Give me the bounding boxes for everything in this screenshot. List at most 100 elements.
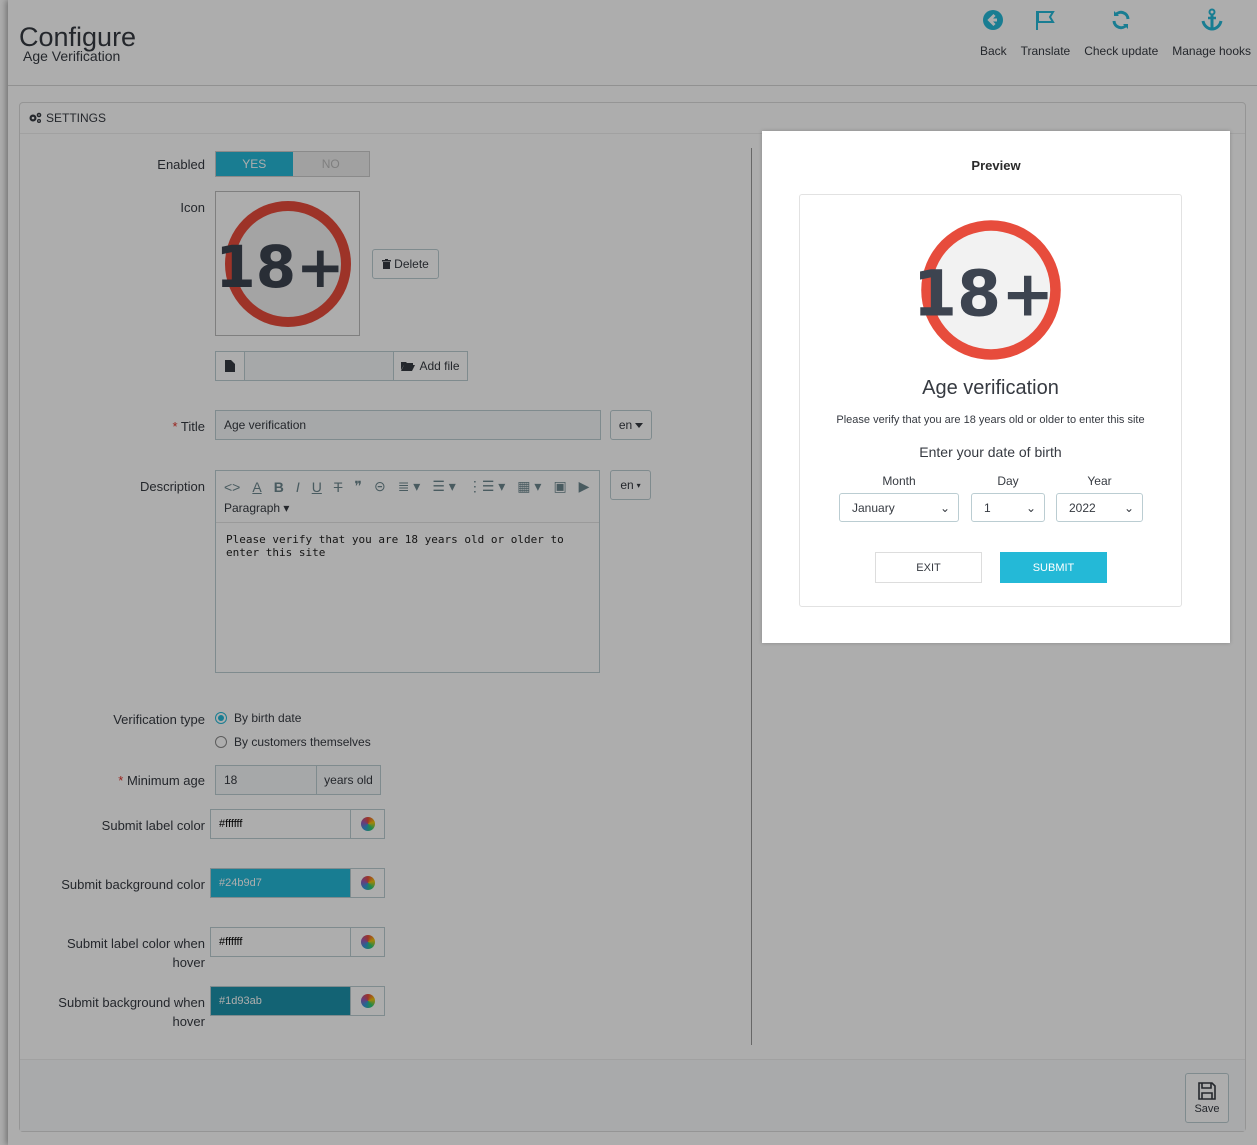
anchor-icon <box>1201 8 1223 31</box>
icon-preview: 18+ <box>215 191 360 336</box>
minimum-age-label-text: Minimum age <box>126 773 205 788</box>
table-icon[interactable]: ▦ ▾ <box>517 478 541 495</box>
color-wheel-icon <box>360 876 375 890</box>
submit-label-hover-label-line2: hover <box>172 955 205 970</box>
preview-heading: Preview <box>971 158 1021 173</box>
submit-label-hover-color-input[interactable]: #ffffff <box>211 928 351 956</box>
blockquote-icon[interactable]: ❞ <box>354 478 362 495</box>
title-label: * Title <box>40 419 205 434</box>
day-label: Day <box>997 474 1019 488</box>
submit-label-color-input[interactable]: #ffffff <box>211 810 351 838</box>
color-picker-button[interactable] <box>351 987 384 1015</box>
page-header: Configure Age Verification Back Translat… <box>8 0 1257 86</box>
radio-by-birth-date[interactable]: By birth date <box>215 711 301 725</box>
folder-open-icon <box>401 362 416 371</box>
popup-title: Age verification <box>922 377 1059 399</box>
italic-icon[interactable]: I <box>296 479 300 495</box>
page-subtitle: Age Verification <box>23 48 121 64</box>
enabled-no-option[interactable]: NO <box>292 152 369 176</box>
caret-down-small-icon: ▾ <box>636 480 641 490</box>
submit-bg-hover-color-input[interactable]: #1d93ab <box>211 987 351 1015</box>
description-content[interactable]: Please verify that you are 18 years old … <box>216 523 599 569</box>
file-icon <box>216 352 245 380</box>
exit-button[interactable]: EXIT <box>875 552 982 583</box>
panel-heading: SETTINGS <box>20 103 1245 134</box>
preview-badge-number: 18+ <box>917 256 1054 330</box>
strikethrough-icon[interactable]: T <box>334 479 343 495</box>
color-picker-button[interactable] <box>351 810 384 838</box>
chevron-down-icon: ⌄ <box>1123 500 1134 515</box>
chevron-down-icon: ⌄ <box>939 500 950 515</box>
media-icon[interactable]: ▶ <box>579 478 590 495</box>
submit-button[interactable]: SUBMIT <box>1000 552 1107 583</box>
color-wheel-icon <box>360 935 375 949</box>
title-label-text: Title <box>180 419 205 434</box>
color-picker-button[interactable] <box>351 869 384 897</box>
enabled-yes-option[interactable]: YES <box>216 152 293 176</box>
paragraph-format-label: Paragraph <box>224 501 281 515</box>
submit-bg-color-label: Submit background color <box>61 877 205 892</box>
month-label: Month <box>882 474 916 488</box>
bold-icon[interactable]: B <box>274 479 284 495</box>
refresh-icon <box>1112 10 1130 30</box>
numbered-list-icon[interactable]: ⋮☰ ▾ <box>468 478 505 495</box>
back-button[interactable]: Back <box>980 8 1007 58</box>
bullet-list-icon[interactable]: ☰ ▾ <box>432 478 455 495</box>
popup-subtitle: Enter your date of birth <box>919 444 1062 460</box>
title-input[interactable]: Age verification <box>215 410 601 440</box>
age-verification-popup: 18+ Age verification Please verify that … <box>799 194 1182 607</box>
submit-label-hover-label-line1: Submit label color when <box>66 936 205 951</box>
submit-bg-hover-label: Submit background when hover <box>30 995 205 1029</box>
submit-bg-hover-label-line2: hover <box>172 1014 205 1029</box>
back-label: Back <box>979 44 1007 58</box>
verification-type-label: Verification type <box>113 712 205 727</box>
back-icon <box>983 10 1004 30</box>
color-picker-button[interactable] <box>351 928 384 956</box>
description-language-select[interactable]: en ▾ <box>610 470 651 500</box>
translate-button[interactable]: Translate <box>1021 8 1070 58</box>
image-icon[interactable]: ▣ <box>553 478 566 495</box>
add-file-label: Add file <box>419 359 460 373</box>
radio-button-checked[interactable] <box>215 712 227 724</box>
gears-icon <box>29 112 42 123</box>
enabled-switch[interactable]: YES NO <box>215 151 370 177</box>
editor-toolbar: <> A B I U T ❞ ⊝ ≣ ▾ ☰ ▾ ⋮☰ ▾ ▦ ▾ ▣ ▶ Pa… <box>216 471 599 523</box>
minimum-age-input[interactable]: 18 <box>215 765 317 795</box>
enabled-label: Enabled <box>157 157 205 172</box>
year-select[interactable]: 2022 ⌄ <box>1056 493 1143 522</box>
year-label: Year <box>1087 474 1112 488</box>
day-select-value: 1 <box>984 500 991 515</box>
flag-icon <box>1036 11 1056 30</box>
caret-down-icon <box>635 422 644 428</box>
radio-button-unchecked[interactable] <box>215 736 227 748</box>
text-color-icon[interactable]: A <box>252 479 261 495</box>
radio-by-customers[interactable]: By customers themselves <box>215 735 371 749</box>
month-select-value: January <box>852 500 895 515</box>
link-icon[interactable]: ⊝ <box>374 478 386 495</box>
manage-hooks-button[interactable]: Manage hooks <box>1172 8 1251 58</box>
panel-heading-label: SETTINGS <box>46 111 107 125</box>
save-icon <box>1198 1082 1216 1100</box>
save-button[interactable]: Save <box>1185 1073 1229 1123</box>
add-file-button[interactable]: Add file <box>394 352 467 380</box>
align-icon[interactable]: ≣ ▾ <box>398 478 421 495</box>
submit-bg-color-input[interactable]: #24b9d7 <box>211 869 351 897</box>
file-name-field[interactable] <box>245 352 394 380</box>
file-upload: Add file <box>215 351 468 381</box>
panel-footer: Save <box>20 1059 1245 1131</box>
title-language-code: en <box>618 418 633 432</box>
header-toolbar: Back Translate Check update Manage hooks <box>980 8 1251 58</box>
description-label: Description <box>139 479 205 494</box>
delete-label: Delete <box>394 257 429 271</box>
title-language-select[interactable]: en <box>610 410 652 440</box>
delete-button[interactable]: Delete <box>372 249 439 279</box>
radio-by-birth-date-label: By birth date <box>234 711 302 725</box>
color-wheel-icon <box>360 994 375 1008</box>
check-update-button[interactable]: Check update <box>1084 8 1158 58</box>
underline-icon[interactable]: U <box>312 479 322 495</box>
day-select[interactable]: 1 ⌄ <box>971 493 1045 522</box>
submit-label-color-field: #ffffff <box>210 809 385 839</box>
paragraph-format-select[interactable]: Paragraph ▾ <box>224 501 289 515</box>
month-select[interactable]: January ⌄ <box>839 493 959 522</box>
source-code-icon[interactable]: <> <box>224 479 240 495</box>
